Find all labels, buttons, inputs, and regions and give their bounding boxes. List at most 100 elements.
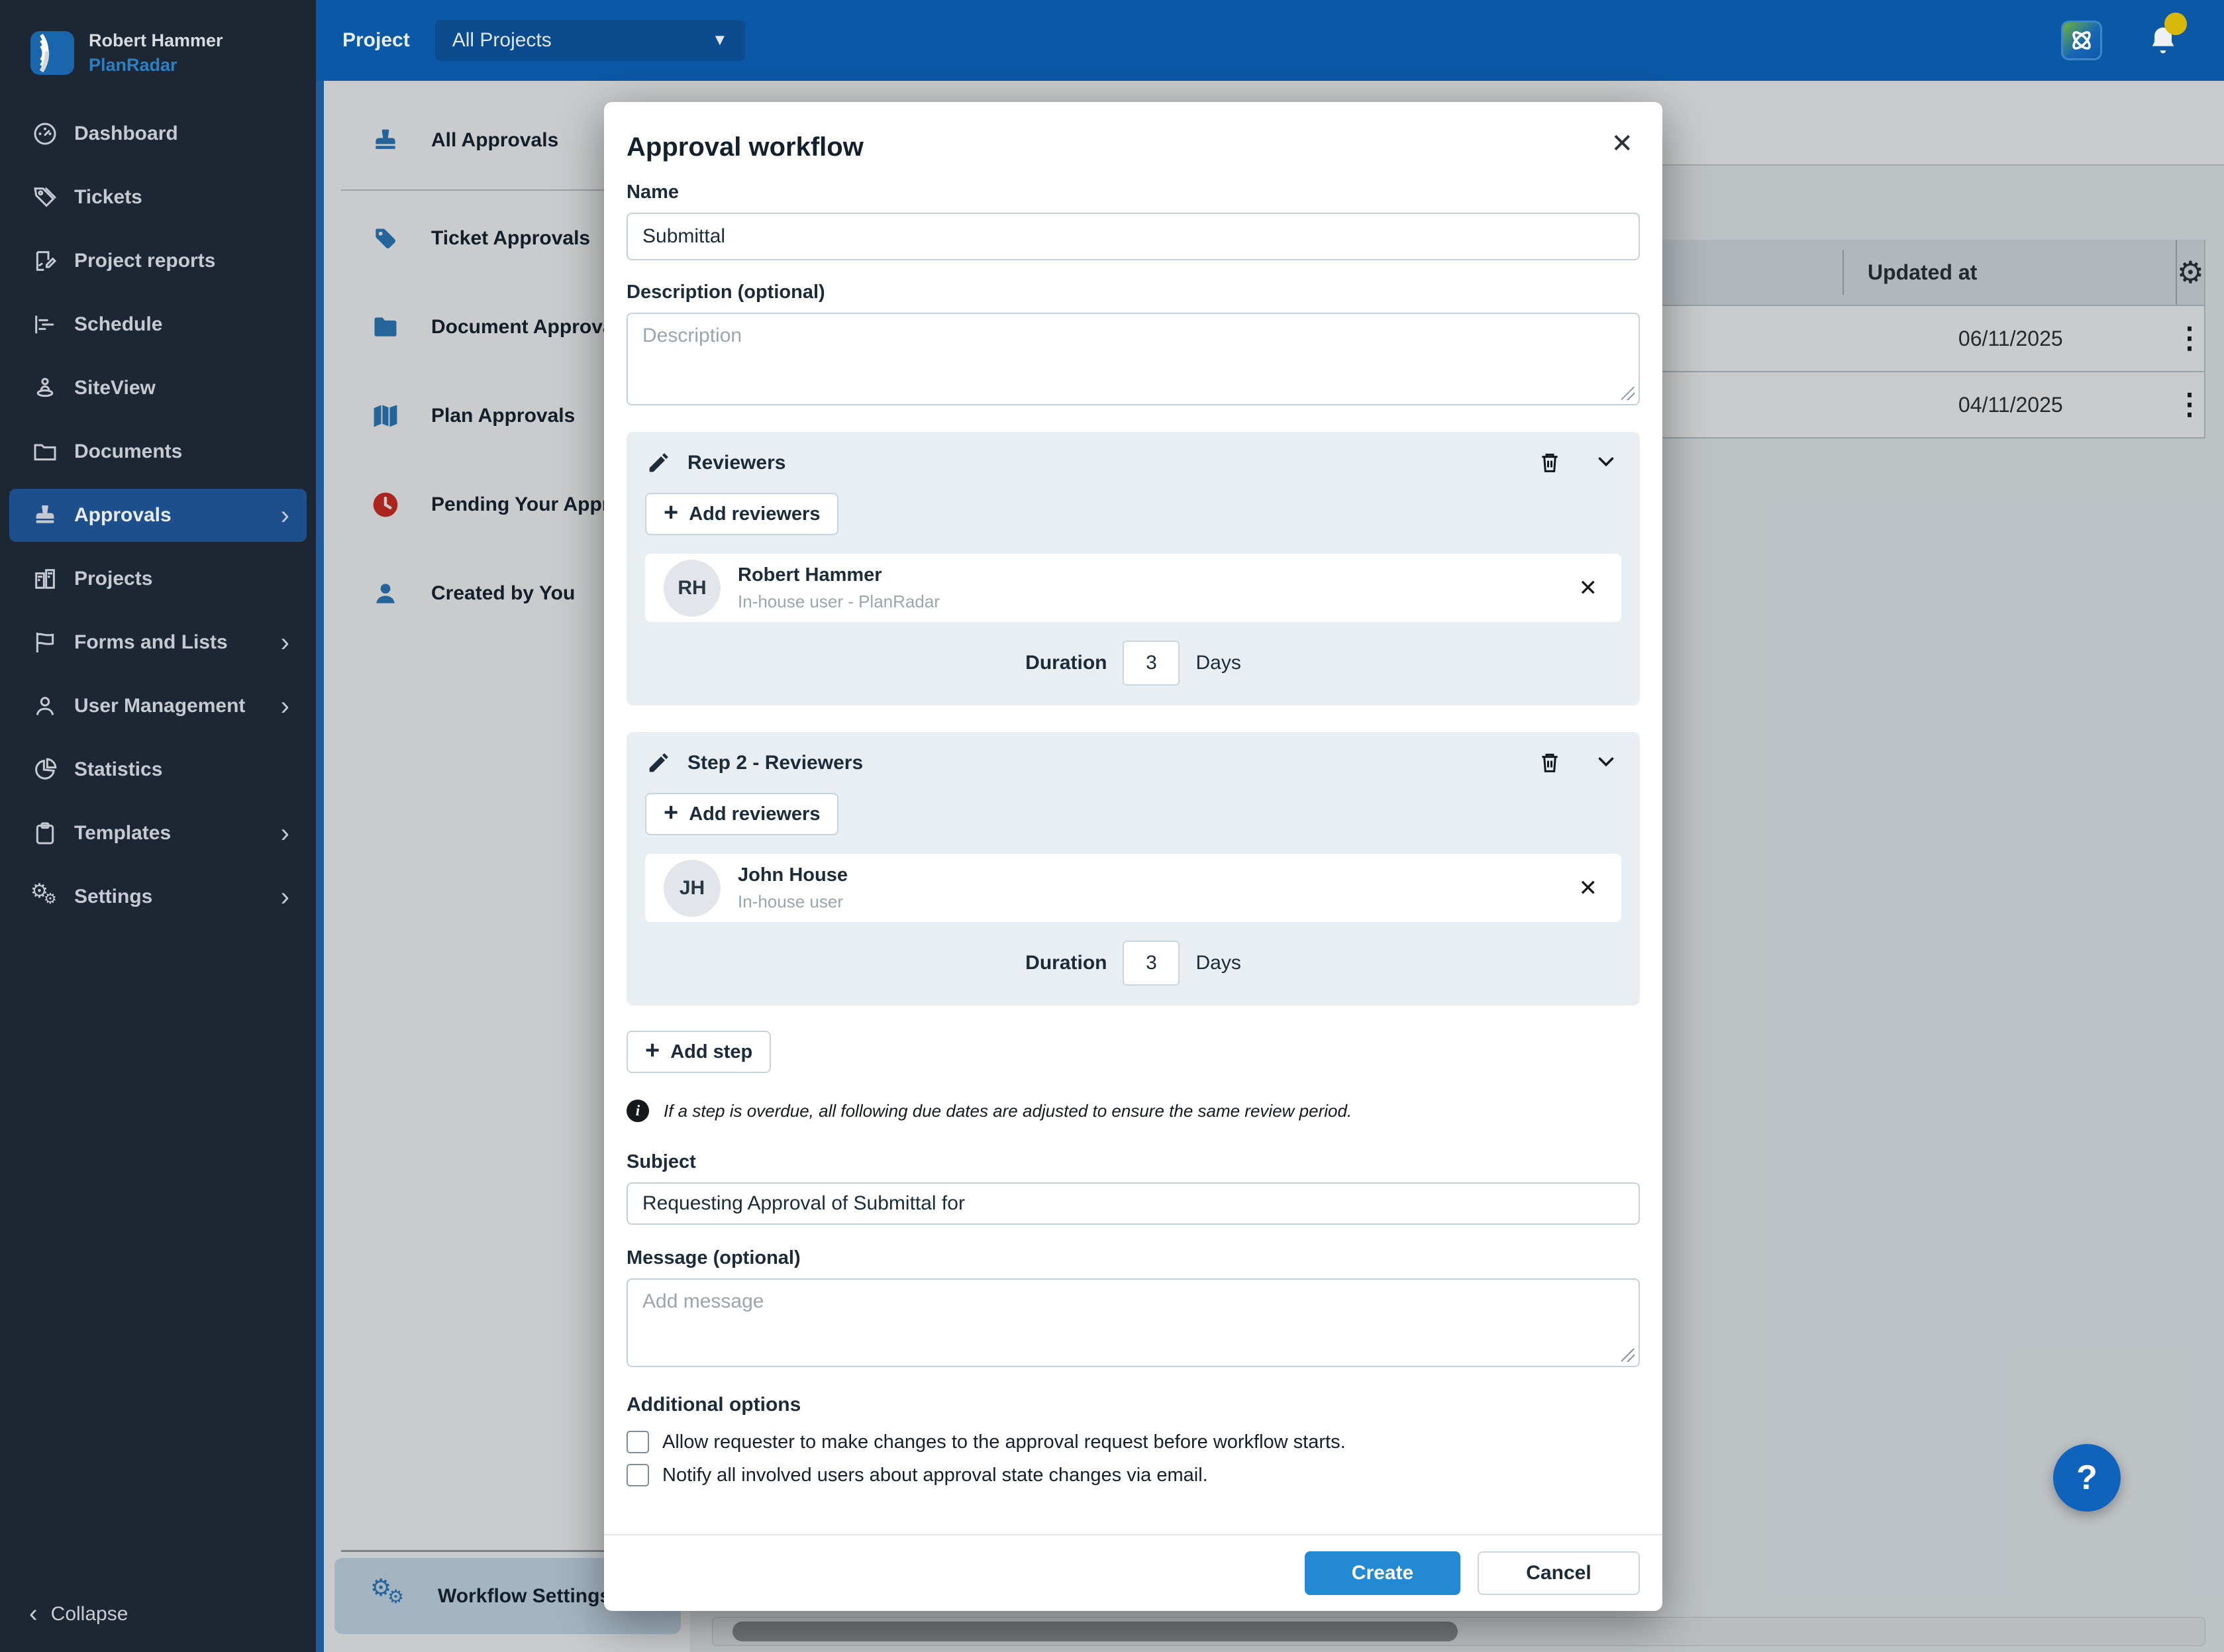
sidebar-item-settings[interactable]: ⚙⚙ Settings › [9, 870, 307, 923]
sidebar-item-schedule[interactable]: Schedule [9, 298, 307, 351]
message-textarea[interactable] [627, 1278, 1640, 1367]
resize-grip-icon[interactable] [1621, 387, 1635, 400]
top-bar: Project All Projects ▼ [316, 0, 2224, 81]
step-title: Reviewers [687, 452, 785, 474]
tag-icon [30, 183, 60, 212]
user-name: Robert Hammer [89, 30, 223, 51]
help-button[interactable]: ? [2053, 1444, 2121, 1512]
sidebar-item-user-management[interactable]: User Management › [9, 680, 307, 733]
sidebar-item-forms-and-lists[interactable]: Forms and Lists › [9, 616, 307, 669]
avatar: RH [664, 560, 721, 617]
step-title: Step 2 - Reviewers [687, 752, 863, 774]
sidebar-item-approvals[interactable]: Approvals › [9, 489, 307, 542]
info-icon: i [627, 1100, 649, 1122]
modal-title: Approval workflow [627, 125, 864, 162]
remove-reviewer-icon[interactable]: ✕ [1574, 572, 1603, 604]
flag-icon [30, 628, 60, 657]
project-label: Project [342, 29, 410, 52]
avatar: JH [664, 860, 721, 917]
resize-grip-icon[interactable] [1621, 1349, 1635, 1362]
sidebar-item-statistics[interactable]: Statistics [9, 743, 307, 796]
notifications-button[interactable] [2146, 22, 2180, 59]
planradar-logo [30, 31, 74, 75]
sidebar-item-tickets[interactable]: Tickets [9, 171, 307, 224]
add-step-button[interactable]: + Add step [627, 1031, 771, 1073]
plus-icon: + [664, 500, 678, 525]
chevron-left-icon: ‹ [29, 1600, 38, 1628]
sidebar-item-projects[interactable]: Projects [9, 552, 307, 605]
main-nav: Dashboard Tickets Project reports Schedu… [0, 86, 316, 923]
checkbox[interactable] [627, 1464, 649, 1486]
reviewer-name: John House [738, 864, 848, 886]
sidebar-item-templates[interactable]: Templates › [9, 807, 307, 860]
sidebar-item-documents[interactable]: Documents [9, 425, 307, 478]
pencil-icon[interactable] [645, 750, 672, 776]
chevron-right-icon: › [281, 629, 289, 656]
close-icon[interactable]: ✕ [1604, 125, 1640, 163]
main-sidebar: Robert Hammer PlanRadar Dashboard Ticket… [0, 0, 316, 1652]
sidebar-accent-strip [316, 81, 324, 1652]
add-reviewers-button[interactable]: + Add reviewers [645, 793, 838, 835]
sidebar-item-project-reports[interactable]: Project reports [9, 234, 307, 287]
chevron-right-icon: › [281, 502, 289, 529]
workflow-step-1: Reviewers + Add reviewers RH Robert Hamm… [627, 432, 1640, 705]
message-label: Message (optional) [627, 1247, 1640, 1269]
collapse-step-chevron-icon[interactable] [1593, 749, 1621, 777]
chevron-down-icon: ▼ [712, 31, 728, 50]
reviewer-card: JH John House In-house user ✕ [645, 854, 1621, 922]
remove-reviewer-icon[interactable]: ✕ [1574, 872, 1603, 904]
person-pin-icon [30, 374, 60, 403]
account-block[interactable]: Robert Hammer PlanRadar [0, 0, 316, 86]
reviewer-subtitle: In-house user - PlanRadar [738, 592, 940, 612]
checkbox[interactable] [627, 1431, 649, 1453]
reviewer-subtitle: In-house user [738, 892, 848, 912]
delete-step-icon[interactable] [1537, 749, 1564, 777]
sidebar-item-siteview[interactable]: SiteView [9, 362, 307, 415]
name-input[interactable] [627, 213, 1640, 260]
gantt-icon [30, 310, 60, 339]
report-icon [30, 246, 60, 276]
create-button[interactable]: Create [1305, 1551, 1460, 1595]
duration-unit: Days [1195, 952, 1240, 974]
subject-input[interactable] [627, 1182, 1640, 1225]
gears-icon: ⚙⚙ [30, 882, 60, 911]
connect-app-icon[interactable] [2061, 21, 2102, 60]
notification-badge [2164, 13, 2187, 35]
chevron-right-icon: › [281, 884, 289, 910]
collapse-sidebar-button[interactable]: ‹ Collapse [0, 1600, 316, 1652]
collapse-step-chevron-icon[interactable] [1593, 449, 1621, 477]
gauge-icon [30, 119, 60, 148]
project-selector-value: All Projects [452, 29, 552, 52]
person-icon [30, 692, 60, 721]
option-notify-users[interactable]: Notify all involved users about approval… [627, 1464, 1640, 1486]
company-name: PlanRadar [89, 55, 223, 76]
buildings-icon [30, 564, 60, 594]
add-reviewers-button[interactable]: + Add reviewers [645, 493, 838, 535]
clipboard-icon [30, 819, 60, 848]
workflow-step-2: Step 2 - Reviewers + Add reviewers JH Jo… [627, 732, 1640, 1006]
name-label: Name [627, 181, 1640, 203]
approval-workflow-modal: Approval workflow ✕ Name Description (op… [604, 102, 1662, 1611]
duration-label: Duration [1025, 952, 1107, 974]
overdue-info-note: If a step is overdue, all following due … [664, 1101, 1352, 1121]
project-selector[interactable]: All Projects ▼ [435, 20, 745, 61]
pencil-icon[interactable] [645, 450, 672, 476]
sidebar-item-dashboard[interactable]: Dashboard [9, 107, 307, 160]
plus-icon: + [664, 800, 678, 825]
subject-label: Subject [627, 1151, 1640, 1173]
app-screen: All Approvals Ticket Approvals Document … [0, 0, 2224, 1652]
description-textarea[interactable] [627, 313, 1640, 405]
folder-icon [30, 437, 60, 466]
pie-chart-icon [30, 755, 60, 784]
duration-input[interactable] [1123, 641, 1180, 686]
duration-unit: Days [1195, 652, 1240, 674]
cancel-button[interactable]: Cancel [1478, 1551, 1640, 1595]
delete-step-icon[interactable] [1537, 449, 1564, 477]
additional-options-label: Additional options [627, 1394, 1640, 1416]
chevron-right-icon: › [281, 820, 289, 847]
reviewer-name: Robert Hammer [738, 564, 940, 586]
duration-input[interactable] [1123, 941, 1180, 986]
plus-icon: + [645, 1038, 660, 1063]
collapse-label: Collapse [51, 1603, 128, 1626]
option-allow-requester-changes[interactable]: Allow requester to make changes to the a… [627, 1431, 1640, 1453]
